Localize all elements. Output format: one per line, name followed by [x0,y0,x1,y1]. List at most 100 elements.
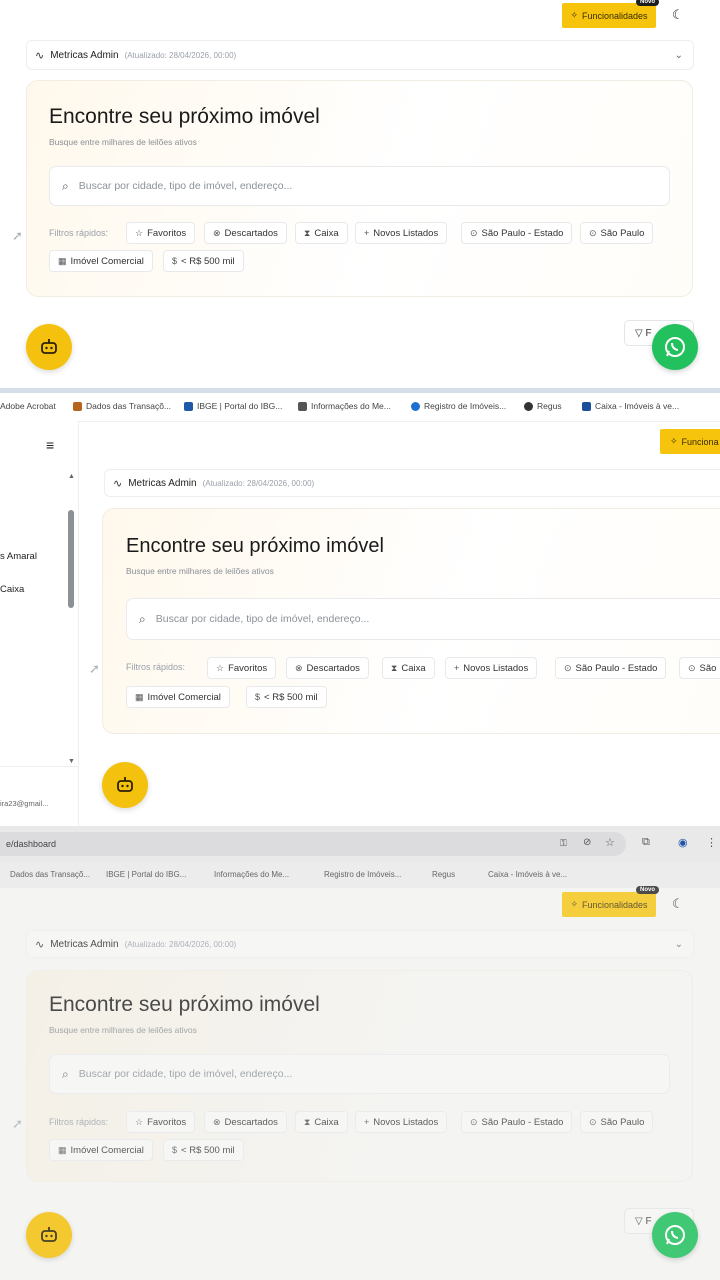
chip-novos-listados[interactable]: + Novos Listados [355,222,448,244]
chip-favoritos[interactable]: ☆ Favoritos [126,1111,196,1133]
building-icon: ▦ [58,255,67,266]
metrics-label: Metricas Admin [50,49,119,61]
pin-icon: ⊙ [688,662,696,673]
chip-preco[interactable]: $ < R$ 500 mil [163,1139,244,1161]
chevron-down-icon[interactable]: ⌄ [675,939,683,950]
assistant-bot-button[interactable] [26,324,72,370]
features-button[interactable]: ✧ Funcionalidades [562,3,656,28]
chip-sao-paulo-estado[interactable]: ⊙ São Paulo - Estado [461,1111,573,1133]
metrics-admin-bar[interactable]: ∿ Metricas Admin (Atualizado: 28/04/2026… [26,40,694,70]
scrollbar-thumb[interactable] [68,510,74,608]
circle-x-icon: ⊗ [213,1116,221,1127]
chip-caixa[interactable]: ⧗ Caixa [382,657,435,679]
bookmark-favicon-icon [582,401,591,411]
sparkles-icon: ✧ [570,899,578,909]
circle-x-icon: ⊗ [213,227,221,238]
chevron-down-icon[interactable]: ⌄ [675,50,683,61]
user-email: ira23@gmail... [0,799,49,808]
chip-imovel-comercial[interactable]: ▦ Imóvel Comercial [49,1139,153,1161]
star-bookmark-icon[interactable]: ☆ [605,836,615,849]
bookmark-item[interactable]: Registro de Imóveis... [324,870,401,879]
bookmark-item[interactable]: Registro de Imóveis... [411,401,506,411]
activity-icon: ∿ [113,477,123,490]
features-button[interactable]: ✧ Funciona [660,429,720,454]
hero-title: Encontre seu próximo imóvel [126,535,384,557]
sidebar-item[interactable]: s Amaral [0,551,37,562]
chip-preco[interactable]: $ < R$ 500 mil [246,686,327,708]
sidebar-scrollbar[interactable]: ▲ ▼ [68,473,75,773]
bookmark-item[interactable]: IBGE | Portal do IBG... [184,401,282,411]
bookmark-favicon-icon [411,401,420,411]
chip-descartados[interactable]: ⊗ Descartados [204,222,287,244]
chip-sao-paulo[interactable]: ⊙ São Paulo [580,222,654,244]
mouse-cursor-icon: ➚ [12,1116,23,1131]
hero-subtitle: Busque entre milhares de leilões ativos [126,566,274,576]
scroll-down-icon[interactable]: ▼ [68,758,75,765]
bookmark-favicon-icon [524,401,533,411]
more-menu-icon[interactable]: ⋮ [706,836,717,849]
key-icon[interactable]: ⚿ [560,838,567,849]
hourglass-icon: ⧗ [391,662,398,673]
address-bar[interactable]: e/dashboard [0,832,626,856]
chip-novos-listados[interactable]: + Novos Listados [445,657,538,679]
whatsapp-button[interactable] [652,324,698,370]
features-button[interactable]: ✧ Funcionalidades [562,892,656,917]
pin-icon: ⊙ [564,662,572,673]
bookmark-item[interactable]: Dados das Transaçõ... [10,870,90,879]
chip-favoritos[interactable]: ☆ Favoritos [207,657,277,679]
new-badge: Novo [636,886,659,894]
bookmark-favicon-icon [73,401,82,411]
quick-filters-label: Filtros rápidos: [126,662,186,672]
moon-icon[interactable]: ☾ [672,7,684,23]
bookmark-item[interactable]: Regus [432,870,455,879]
bookmark-item[interactable]: Caixa - Imóveis à ve... [582,401,679,411]
bookmark-item[interactable]: Dados das Transaçõ... [73,401,171,411]
pin-icon: ⊙ [589,227,597,238]
profile-icon[interactable]: ◉ [678,836,688,849]
whatsapp-icon [665,1225,685,1245]
dollar-icon: $ [172,1145,178,1155]
mouse-cursor-icon: ➚ [12,228,23,243]
chip-novos-listados[interactable]: + Novos Listados [355,1111,448,1133]
chip-imovel-comercial[interactable]: ▦ Imóvel Comercial [126,686,230,708]
bookmark-item[interactable]: Adobe Acrobat [0,401,56,411]
eye-off-icon[interactable]: ⊘ [583,837,591,848]
metrics-admin-bar[interactable]: ∿ Metricas Admin (Atualizado: 28/04/2026… [104,469,720,497]
search-input[interactable]: ⌕ Buscar por cidade, tipo de imóvel, end… [49,1054,670,1094]
hero-title: Encontre seu próximo imóvel [49,993,320,1016]
menu-icon[interactable]: ≡ [46,437,54,453]
search-input[interactable]: ⌕ Buscar por cidade, tipo de imóvel, end… [49,166,670,206]
extensions-icon[interactable]: ⧉ [642,836,650,849]
bookmark-item[interactable]: Regus [524,401,562,411]
circle-x-icon: ⊗ [295,662,303,673]
whatsapp-button[interactable] [652,1212,698,1258]
metrics-admin-bar[interactable]: ∿ Metricas Admin (Atualizado: 28/04/2026… [26,930,694,958]
sparkles-icon: ✧ [670,436,678,446]
scroll-up-icon[interactable]: ▲ [68,473,75,480]
pin-icon: ⊙ [470,1116,478,1127]
sidebar-item[interactable]: Caixa [0,584,24,595]
chip-sao-paulo[interactable]: ⊙ São Paulo [580,1111,654,1133]
chip-imovel-comercial[interactable]: ▦ Imóvel Comercial [49,250,153,272]
chip-caixa[interactable]: ⧗ Caixa [295,1111,348,1133]
sidebar: ≡ s Amaral Caixa ▲ ▼ ira23@gmail... [0,421,79,826]
chip-favoritos[interactable]: ☆ Favoritos [126,222,196,244]
chip-descartados[interactable]: ⊗ Descartados [286,657,369,679]
chip-sao-paulo-estado[interactable]: ⊙ São Paulo - Estado [461,222,573,244]
new-badge: Novo [636,0,659,6]
chip-sao-paulo-estado[interactable]: ⊙ São Paulo - Estado [555,657,667,679]
assistant-bot-button[interactable] [26,1212,72,1258]
bookmark-item[interactable]: Caixa - Imóveis à ve... [488,870,567,879]
moon-icon[interactable]: ☾ [672,896,684,912]
chip-preco[interactable]: $ < R$ 500 mil [163,250,244,272]
plus-icon: + [454,663,460,673]
chip-caixa[interactable]: ⧗ Caixa [295,222,348,244]
bookmark-item[interactable]: Informações do Me... [214,870,289,879]
search-input[interactable]: ⌕ Buscar por cidade, tipo de imóvel, end… [126,598,720,640]
building-icon: ▦ [135,691,144,702]
chip-descartados[interactable]: ⊗ Descartados [204,1111,287,1133]
bookmark-item[interactable]: IBGE | Portal do IBG... [106,870,186,879]
chip-sao-paulo[interactable]: ⊙ São [679,657,720,679]
assistant-bot-button[interactable] [102,762,148,808]
bookmark-item[interactable]: Informações do Me... [298,401,391,411]
